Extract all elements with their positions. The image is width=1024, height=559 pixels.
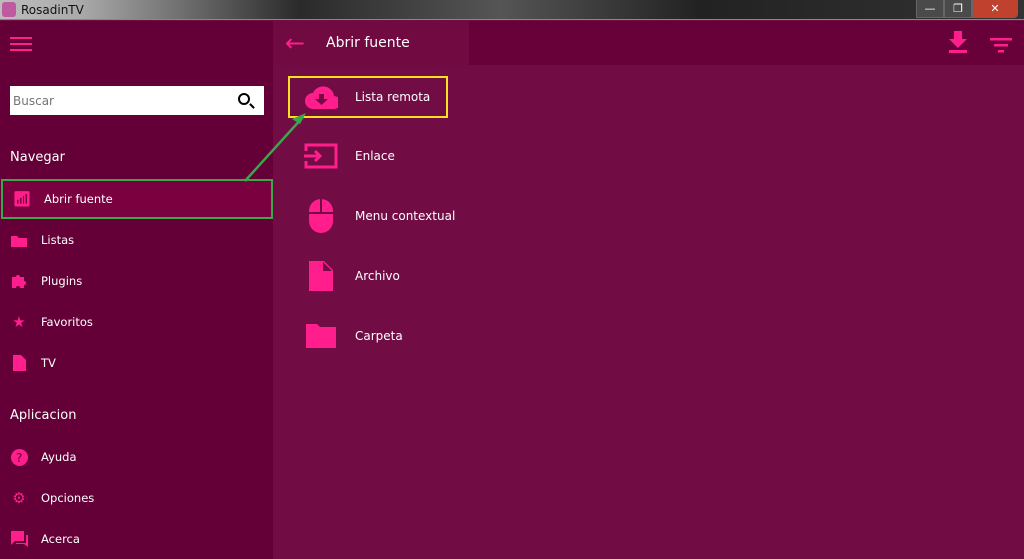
annotation-arrow — [244, 113, 306, 182]
